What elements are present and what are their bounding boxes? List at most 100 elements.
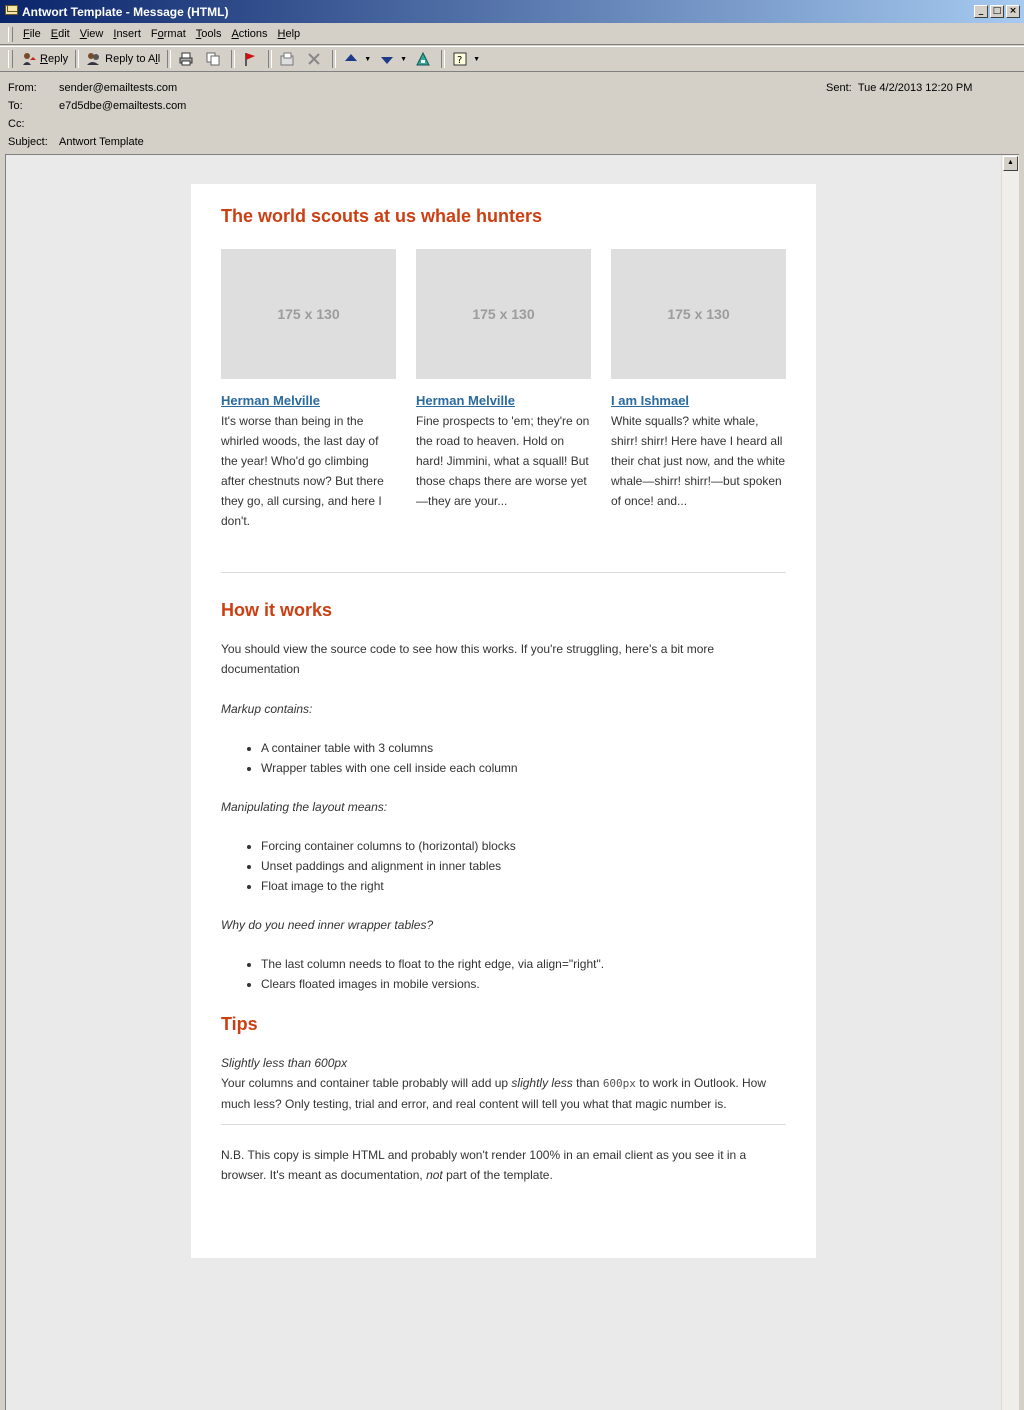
three-column-row: 175 x 130 Herman Melville It's worse tha… bbox=[221, 249, 786, 531]
printer-icon bbox=[178, 51, 194, 67]
manip-list: Forcing container columns to (horizontal… bbox=[221, 836, 786, 896]
menu-insert[interactable]: Insert bbox=[108, 28, 146, 40]
arrow-down-icon bbox=[379, 51, 395, 67]
envelope-icon bbox=[5, 5, 18, 15]
manip-label: Manipulating the layout means: bbox=[221, 800, 388, 814]
list-item: Wrapper tables with one cell inside each… bbox=[261, 758, 786, 778]
close-button[interactable]: × bbox=[1006, 5, 1020, 18]
column-text: White squalls? white whale, shirr! shirr… bbox=[611, 414, 786, 508]
section-heading-tips: Tips bbox=[221, 1014, 258, 1034]
column-3: 175 x 130 I am Ishmael White squalls? wh… bbox=[611, 249, 786, 531]
to-label: To: bbox=[8, 100, 23, 112]
column-link[interactable]: I am Ishmael bbox=[611, 393, 786, 409]
reply-all-icon bbox=[86, 51, 102, 67]
cc-label: Cc: bbox=[8, 118, 25, 130]
image-placeholder: 175 x 130 bbox=[221, 249, 396, 379]
email-container: The world scouts at us whale hunters 175… bbox=[191, 184, 816, 1258]
toolbar: Reply Reply to All ▼ ▼ ? ▼ bbox=[0, 46, 1024, 72]
toolbar-separator bbox=[231, 50, 236, 68]
reply-icon bbox=[21, 51, 37, 67]
chevron-down-icon[interactable]: ▼ bbox=[400, 56, 407, 63]
list-item: Float image to the right bbox=[261, 876, 786, 896]
email-heading: The world scouts at us whale hunters bbox=[221, 206, 543, 226]
chevron-down-icon[interactable]: ▼ bbox=[364, 56, 371, 63]
subject-value: Antwort Template bbox=[59, 136, 144, 148]
sent-label: Sent: bbox=[826, 82, 852, 94]
title-bar: Antwort Template - Message (HTML) _ □ × bbox=[0, 0, 1024, 23]
help-button[interactable]: ? ▼ bbox=[448, 49, 484, 69]
how-intro: You should view the source code to see h… bbox=[221, 642, 715, 676]
copy-button[interactable] bbox=[201, 49, 228, 69]
tip-text: Your columns and container table probabl… bbox=[221, 1076, 766, 1111]
tip-title: Slightly less than 600px bbox=[221, 1056, 348, 1070]
maximize-button[interactable]: □ bbox=[990, 5, 1004, 18]
list-item: Forcing container columns to (horizontal… bbox=[261, 836, 786, 856]
delete-icon bbox=[306, 51, 322, 67]
from-value[interactable]: sender@emailtests.com bbox=[59, 82, 177, 94]
markup-list: A container table with 3 columns Wrapper… bbox=[221, 738, 786, 778]
previous-item-button[interactable]: ▼ bbox=[339, 49, 375, 69]
scroll-up-icon[interactable]: ▲ bbox=[1003, 156, 1018, 171]
address-book-icon bbox=[415, 51, 431, 67]
chevron-down-icon[interactable]: ▼ bbox=[473, 56, 480, 63]
list-item: Unset paddings and alignment in inner ta… bbox=[261, 856, 786, 876]
footnote: N.B. This copy is simple HTML and probab… bbox=[221, 1148, 747, 1182]
move-to-folder-icon bbox=[279, 51, 295, 67]
why-list: The last column needs to float to the ri… bbox=[221, 954, 786, 994]
section-heading-how: How it works bbox=[221, 600, 333, 620]
from-label: From: bbox=[8, 82, 37, 94]
markup-label: Markup contains: bbox=[221, 702, 313, 716]
vertical-scrollbar[interactable]: ▲ bbox=[1001, 155, 1019, 1410]
minimize-button[interactable]: _ bbox=[974, 5, 988, 18]
sent-row: Sent: Tue 4/2/2013 12:20 PM bbox=[826, 82, 972, 94]
reply-all-button[interactable]: Reply to All bbox=[82, 49, 164, 69]
message-body[interactable]: ▲ The world scouts at us whale hunters 1… bbox=[5, 154, 1019, 1410]
copy-icon bbox=[205, 51, 221, 67]
svg-text:?: ? bbox=[457, 55, 462, 66]
column-link[interactable]: Herman Melville bbox=[221, 393, 396, 409]
why-label: Why do you need inner wrapper tables? bbox=[221, 918, 434, 932]
sent-value: Tue 4/2/2013 12:20 PM bbox=[857, 82, 973, 94]
column-1: 175 x 130 Herman Melville It's worse tha… bbox=[221, 249, 396, 531]
divider bbox=[221, 572, 786, 573]
toolbar-separator bbox=[441, 50, 446, 68]
list-item: A container table with 3 columns bbox=[261, 738, 786, 758]
message-header: From: sender@emailtests.com Sent: Tue 4/… bbox=[0, 82, 1024, 154]
toolbar-grip[interactable] bbox=[8, 50, 13, 68]
divider bbox=[221, 1124, 786, 1125]
toolbar-separator bbox=[167, 50, 172, 68]
column-text: Fine prospects to 'em; they're on the ro… bbox=[416, 414, 590, 508]
window-title: Antwort Template - Message (HTML) bbox=[22, 5, 229, 19]
image-placeholder: 175 x 130 bbox=[416, 249, 591, 379]
menu-bar: File Edit View Insert Format Tools Actio… bbox=[0, 24, 1024, 45]
toolbar-separator bbox=[75, 50, 80, 68]
menu-actions[interactable]: Actions bbox=[226, 28, 272, 40]
menu-format[interactable]: Format bbox=[146, 28, 191, 40]
arrow-up-icon bbox=[343, 51, 359, 67]
menu-tools[interactable]: Tools bbox=[191, 28, 227, 40]
menu-edit[interactable]: Edit bbox=[46, 28, 75, 40]
subject-label: Subject: bbox=[8, 136, 48, 148]
print-button[interactable] bbox=[174, 49, 201, 69]
next-item-button[interactable]: ▼ bbox=[375, 49, 411, 69]
menu-grip[interactable] bbox=[8, 26, 13, 42]
toolbar-separator bbox=[332, 50, 337, 68]
to-value[interactable]: e7d5dbe@emailtests.com bbox=[59, 100, 186, 112]
image-placeholder: 175 x 130 bbox=[611, 249, 786, 379]
address-book-button[interactable] bbox=[411, 49, 438, 69]
flag-icon bbox=[242, 51, 258, 67]
column-2: 175 x 130 Herman Melville Fine prospects… bbox=[416, 249, 591, 531]
toolbar-separator bbox=[268, 50, 273, 68]
help-icon: ? bbox=[452, 51, 468, 67]
column-link[interactable]: Herman Melville bbox=[416, 393, 591, 409]
delete-button[interactable] bbox=[302, 49, 329, 69]
reply-button[interactable]: Reply bbox=[17, 49, 72, 69]
menu-help[interactable]: Help bbox=[273, 28, 306, 40]
flag-button[interactable] bbox=[238, 49, 265, 69]
menu-view[interactable]: View bbox=[75, 28, 109, 40]
column-text: It's worse than being in the whirled woo… bbox=[221, 414, 384, 528]
list-item: The last column needs to float to the ri… bbox=[261, 954, 786, 974]
menu-file[interactable]: File bbox=[18, 28, 46, 40]
move-button[interactable] bbox=[275, 49, 302, 69]
window-controls: _ □ × bbox=[974, 5, 1020, 18]
